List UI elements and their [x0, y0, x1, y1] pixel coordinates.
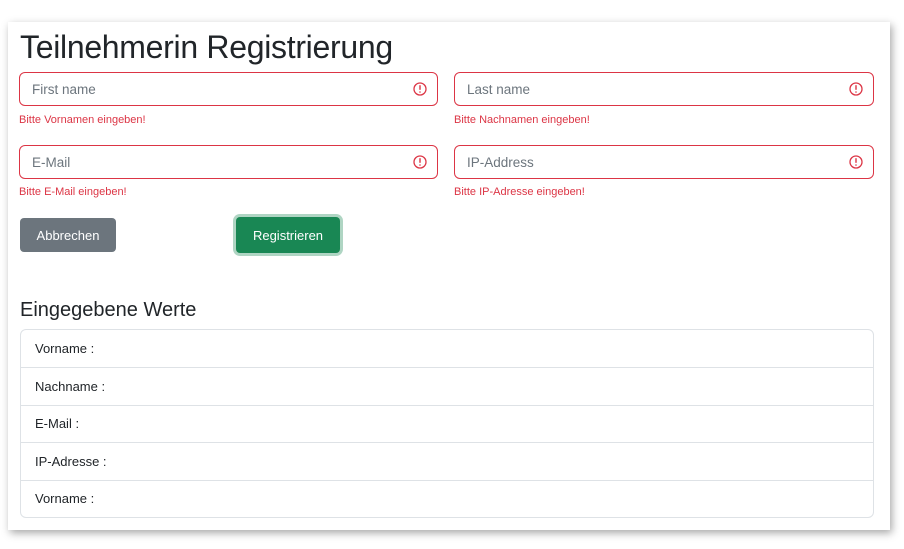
results-list: Vorname : Nachname : E-Mail : IP-Adresse…: [20, 329, 874, 518]
ip-address-input[interactable]: [455, 146, 873, 178]
results-title: Eingegebene Werte: [20, 299, 197, 321]
last-name-field-wrapper: [454, 72, 874, 106]
page-title: Teilnehmerin Registrierung: [20, 29, 393, 65]
email-field-wrapper: [19, 145, 438, 179]
first-name-input[interactable]: [20, 73, 437, 105]
email-input[interactable]: [20, 146, 437, 178]
list-item: Vorname :: [21, 479, 873, 517]
ip-field-wrapper: [454, 145, 874, 179]
list-item: IP-Adresse :: [21, 442, 873, 479]
first-name-error: Bitte Vornamen eingeben!: [19, 114, 146, 126]
last-name-input[interactable]: [455, 73, 873, 105]
register-button[interactable]: Registrieren: [236, 217, 340, 253]
ip-address-error: Bitte IP-Adresse eingeben!: [454, 186, 585, 198]
exclamation-circle-icon: [849, 155, 863, 169]
exclamation-circle-icon: [413, 155, 427, 169]
list-item: Vorname :: [35, 341, 95, 357]
list-item: Nachname :: [21, 367, 873, 404]
exclamation-circle-icon: [413, 82, 427, 96]
list-item: E-Mail :: [21, 404, 873, 442]
email-error: Bitte E-Mail eingeben!: [19, 186, 127, 198]
cancel-button[interactable]: Abbrechen: [20, 218, 116, 252]
first-name-field-wrapper: [19, 72, 438, 106]
last-name-error: Bitte Nachnamen eingeben!: [454, 114, 590, 126]
exclamation-circle-icon: [849, 82, 863, 96]
